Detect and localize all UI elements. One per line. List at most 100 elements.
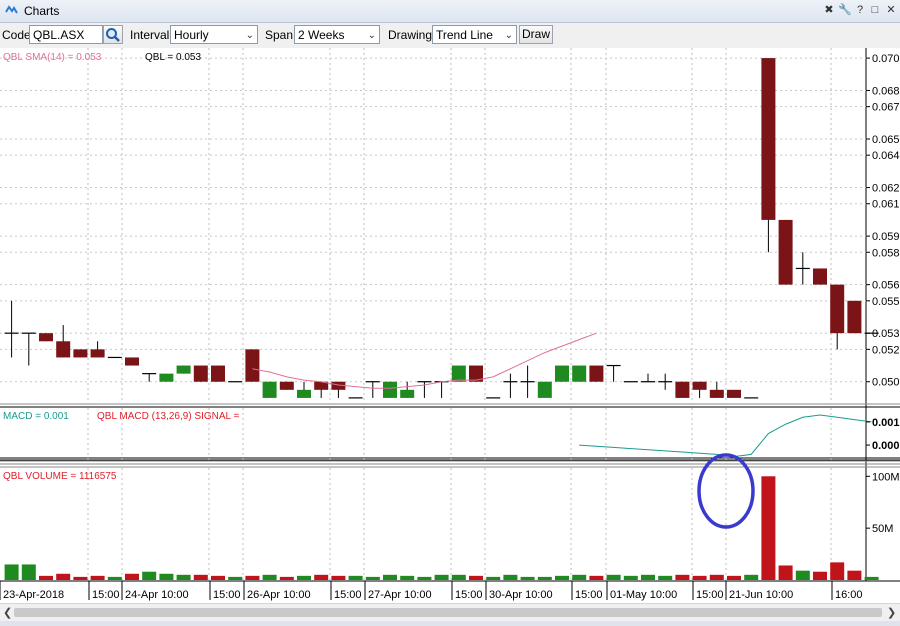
x-tick-label: 15:00: [334, 589, 362, 601]
window-title: Charts: [24, 4, 60, 18]
candle: [589, 365, 604, 382]
volume-bar: [176, 574, 191, 580]
x-tick-label: 27-Apr 10:00: [368, 589, 432, 601]
sma-legend: QBL SMA(14) = 0.053: [3, 52, 102, 63]
interval-label: Interval: [130, 28, 170, 42]
volume-bar: [847, 570, 862, 580]
x-tick-label: 15:00: [455, 589, 483, 601]
drawing-select[interactable]: Trend Line ⌄: [432, 25, 517, 44]
scroll-left-icon[interactable]: ❮: [3, 606, 12, 619]
candle: [39, 333, 53, 342]
scrollbar-thumb[interactable]: [14, 608, 882, 617]
volume-bar: [383, 574, 397, 580]
draw-button[interactable]: Draw: [519, 25, 553, 44]
code-label: Code: [2, 28, 31, 42]
span-label: Span: [265, 28, 294, 42]
restore-icon[interactable]: □: [868, 3, 882, 17]
candle-body: [125, 357, 139, 366]
candle: [279, 381, 294, 390]
candle: [451, 365, 466, 382]
toolbar: Code QBL.ASX Interval Hourly ⌄ Span 2 We…: [0, 23, 900, 49]
interval-value: Hourly: [174, 28, 209, 42]
x-tick-label: 15:00: [575, 589, 603, 601]
volume-bar: [39, 575, 53, 580]
search-button[interactable]: [103, 25, 123, 44]
volume-bar: [417, 576, 432, 580]
search-icon: [106, 28, 120, 42]
price-tick-label: 0.058: [872, 247, 900, 259]
stock-chart[interactable]: QBL SMA(14) = 0.053 QBL = 0.053 0.070 0.0…: [0, 48, 900, 603]
macd-tick-label: 0.000: [872, 440, 900, 452]
candle: [727, 389, 741, 398]
price-tick-label: 0.061: [872, 199, 900, 211]
volume-bar: [727, 575, 741, 580]
volume-bar: [245, 575, 260, 580]
volume-bar: [56, 573, 71, 580]
candle-body: [400, 389, 415, 398]
candle-body: [451, 365, 466, 382]
volume-legend: QBL VOLUME = 1116575: [3, 471, 117, 482]
x-tick-label: 24-Apr 10:00: [125, 589, 189, 601]
volume-bar: [262, 574, 277, 580]
volume-bar: [107, 576, 122, 580]
volume-bar: [73, 576, 88, 580]
volume-bar: [400, 575, 415, 580]
price-tick-label: 0.064: [872, 150, 900, 162]
candle: [572, 365, 587, 382]
x-tick-label: 01-May 10:00: [610, 589, 677, 601]
price-tick-label: 0.052: [872, 344, 900, 356]
pin-icon[interactable]: ✖: [822, 3, 836, 17]
volume-bar: [589, 575, 604, 580]
candle-body: [176, 365, 191, 374]
candle-body: [709, 389, 724, 398]
x-tick-label: 21-Jun 10:00: [729, 589, 793, 601]
candle-body: [383, 381, 397, 398]
macd-tick-label: 0.001: [872, 417, 900, 429]
span-select[interactable]: 2 Weeks ⌄: [294, 25, 380, 44]
candle: [245, 349, 260, 382]
x-tick-label: 26-Apr 10:00: [247, 589, 311, 601]
volume-bar: [90, 575, 105, 580]
candle: [847, 300, 862, 334]
volume-bar: [142, 571, 157, 580]
price-tick-label: 0.050: [872, 377, 900, 389]
macd-legend: MACD = 0.001: [3, 411, 69, 422]
candle: [813, 268, 827, 285]
chevron-down-icon: ⌄: [504, 30, 513, 41]
volume-bar: [572, 574, 587, 580]
window-bottom-edge: [0, 621, 900, 626]
candle-body: [297, 389, 311, 398]
candle-body: [847, 300, 862, 334]
help-icon[interactable]: ?: [853, 3, 867, 17]
price-tick-label: 0.065: [872, 134, 900, 146]
volume-bar: [469, 575, 483, 580]
volume-bar: [830, 562, 845, 580]
volume-bar: [331, 575, 346, 580]
volume-bar: [520, 576, 535, 580]
volume-bar: [314, 574, 329, 580]
window-titlebar: Charts ✖ 🔧 ? □ ✕: [0, 0, 900, 23]
volume-bar: [434, 574, 449, 580]
span-value: 2 Weeks: [298, 28, 345, 42]
candle-body: [211, 365, 225, 382]
volume-bar: [125, 573, 139, 580]
candle-body: [245, 349, 260, 382]
price-tick-label: 0.055: [872, 296, 900, 308]
volume-bar: [4, 564, 19, 580]
volume-bar: [21, 564, 36, 580]
x-tick-label: 23-Apr-2018: [3, 589, 64, 601]
candle-body: [73, 349, 88, 358]
x-tick-label: 15:00: [92, 589, 120, 601]
candle: [159, 373, 174, 382]
interval-select[interactable]: Hourly ⌄: [170, 25, 258, 44]
horizontal-scrollbar[interactable]: ❮ ❯: [0, 603, 900, 622]
volume-tick-label: 50M: [872, 523, 893, 535]
candle-body: [159, 373, 174, 382]
scroll-right-icon[interactable]: ❯: [887, 606, 896, 619]
wrench-icon[interactable]: 🔧: [838, 3, 852, 17]
close-icon[interactable]: ✕: [884, 3, 898, 17]
candle: [537, 381, 552, 398]
code-input[interactable]: QBL.ASX: [29, 25, 103, 44]
candle-body: [90, 349, 105, 358]
candle-body: [761, 58, 776, 220]
